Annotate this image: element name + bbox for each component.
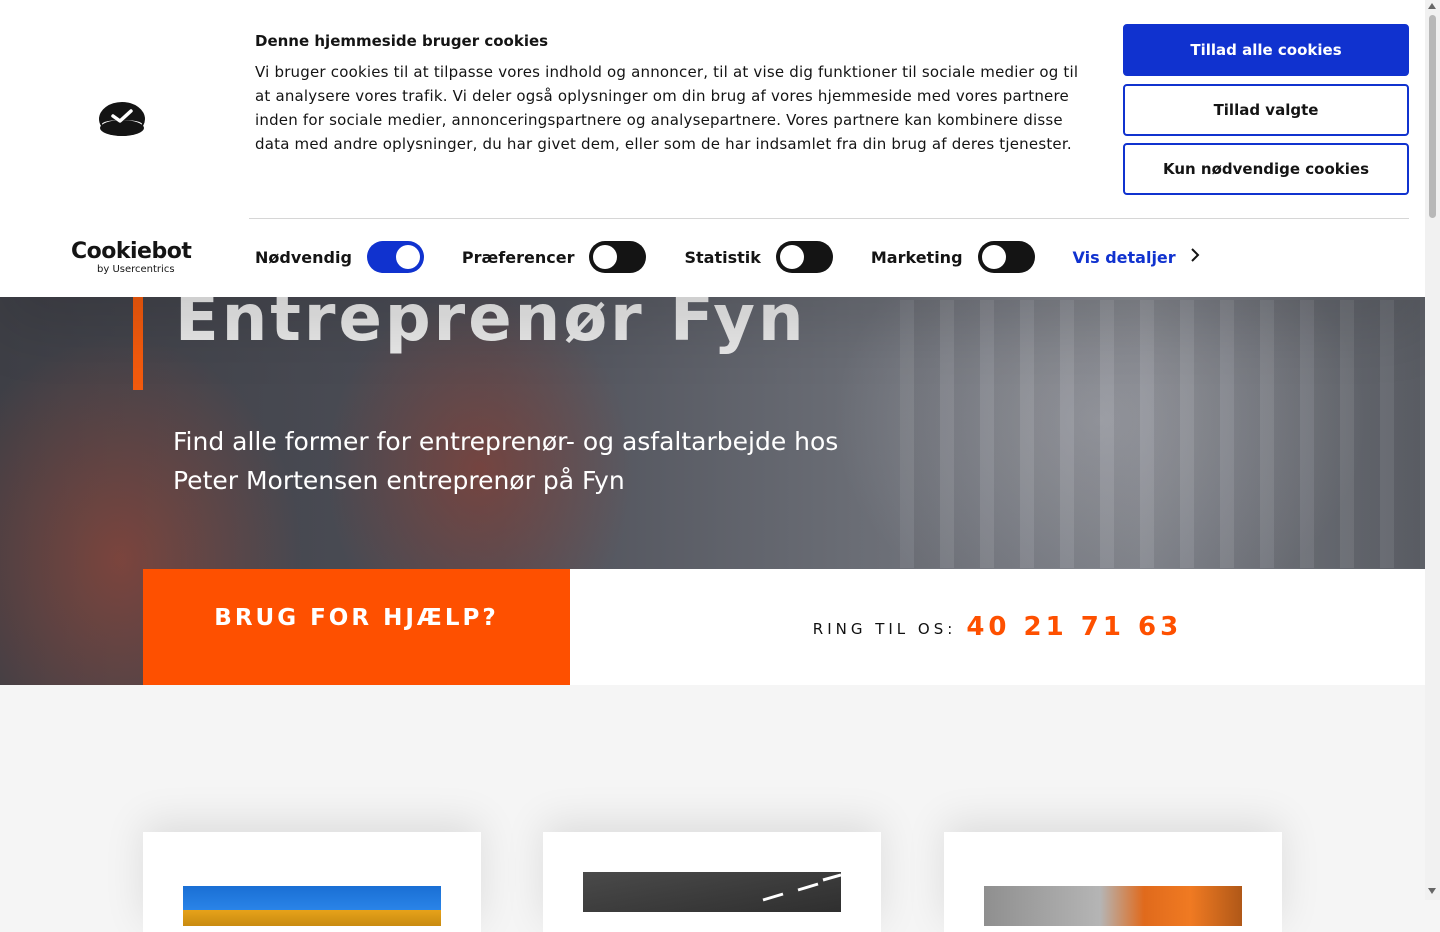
scrollbar-thumb[interactable]	[1429, 15, 1436, 218]
phone-link[interactable]: 40 21 71 63	[966, 612, 1182, 642]
show-details-link[interactable]: Vis detaljer	[1073, 247, 1200, 267]
toggle-label-necessary: Nødvendig	[255, 247, 352, 267]
cookie-divider	[249, 218, 1409, 219]
service-photo-worker	[984, 886, 1242, 926]
consent-toggles: Nødvendig Præferencer Statistik Marketin…	[255, 240, 1200, 274]
toggle-knob	[779, 245, 804, 269]
toggle-knob	[593, 245, 618, 269]
cookie-banner: Denne hjemmeside bruger cookies Vi bruge…	[0, 0, 1425, 297]
toggle-marketing[interactable]	[977, 241, 1035, 273]
toggle-label-preferences: Præferencer	[461, 247, 575, 267]
hero-subtitle: Find alle former for entreprenør- og asf…	[173, 427, 839, 495]
help-box: BRUG FOR HJÆLP?	[143, 569, 570, 685]
service-card[interactable]	[543, 832, 881, 932]
cookie-description: Vi bruger cookies til at tilpasse vores …	[255, 63, 1079, 153]
hero-background-detail	[900, 300, 1420, 568]
scroll-up-arrow-icon[interactable]	[1428, 3, 1436, 9]
toggle-knob	[981, 245, 1006, 269]
road-marking-graphic	[762, 873, 842, 902]
chevron-right-icon	[1190, 247, 1200, 267]
allow-selected-button[interactable]: Tillad valgte	[1123, 84, 1409, 136]
toggle-knob	[395, 245, 420, 269]
cookiebot-logo-icon	[98, 100, 146, 142]
hero-accent-bar	[133, 290, 143, 390]
toggle-preferences[interactable]	[589, 241, 647, 273]
cookiebot-brand: Cookiebot by Usercentrics	[71, 239, 192, 276]
service-card[interactable]	[143, 832, 481, 932]
toggle-necessary[interactable]	[366, 241, 424, 273]
cookiebot-byline: by Usercentrics	[97, 264, 175, 275]
allow-all-cookies-button[interactable]: Tillad alle cookies	[1123, 24, 1409, 76]
service-card[interactable]	[944, 832, 1282, 932]
call-label: RING TIL OS:	[812, 620, 957, 638]
show-details-label: Vis detaljer	[1072, 247, 1176, 267]
necessary-only-button[interactable]: Kun nødvendige cookies	[1123, 143, 1409, 195]
scroll-down-arrow-icon[interactable]	[1428, 888, 1436, 894]
service-photo-excavator	[183, 886, 441, 926]
help-label: BRUG FOR HJÆLP?	[214, 605, 499, 631]
toggle-label-statistics: Statistik	[684, 247, 761, 267]
toggle-statistics[interactable]	[775, 241, 833, 273]
toggle-label-marketing: Marketing	[870, 247, 963, 267]
cookie-title: Denne hjemmeside bruger cookies	[255, 32, 549, 50]
call-box: RING TIL OS: 40 21 71 63	[570, 569, 1425, 685]
service-photo-asphalt-road	[583, 872, 842, 912]
page-scrollbar[interactable]	[1425, 0, 1440, 900]
cookiebot-wordmark: Cookiebot	[71, 239, 192, 264]
